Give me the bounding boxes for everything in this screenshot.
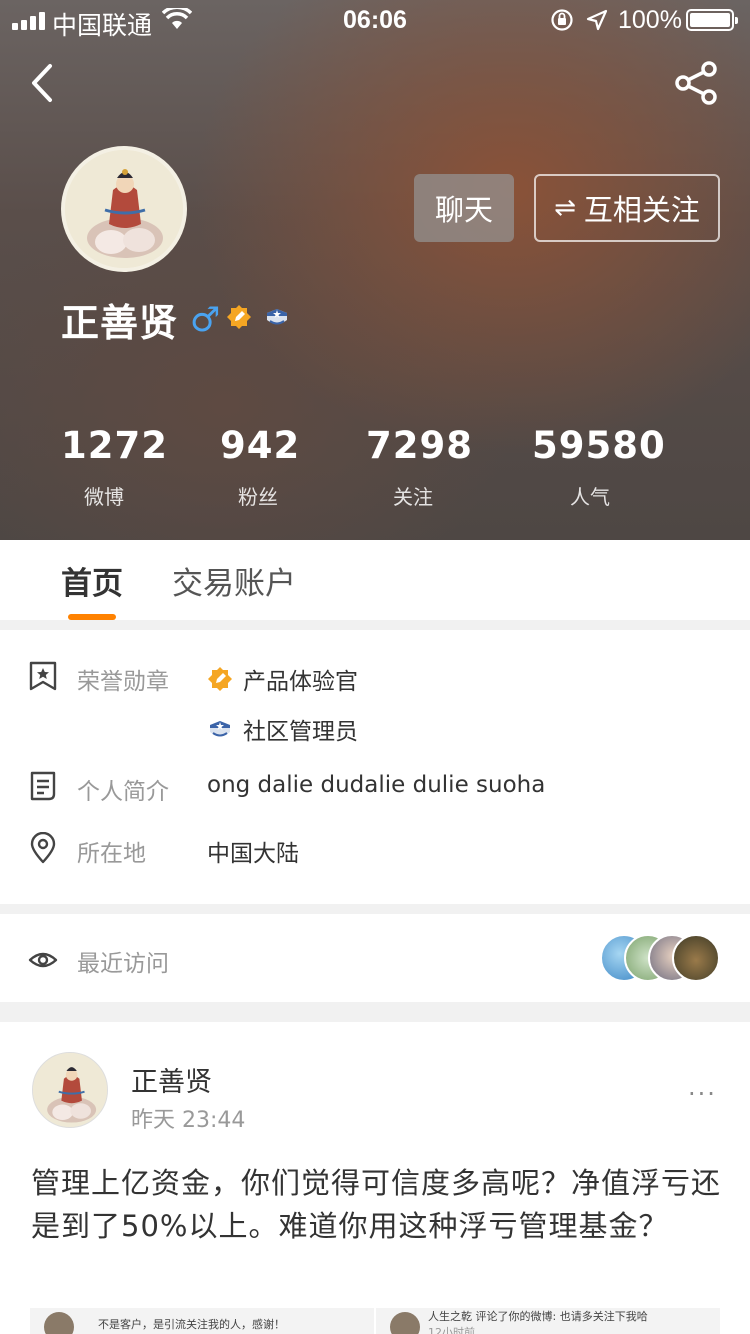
stat-label: 关注 xyxy=(393,485,433,509)
location-label: 所在地 xyxy=(77,841,146,867)
stat-value: 1272 xyxy=(61,424,168,467)
stat-label: 人气 xyxy=(570,485,610,509)
image-avatar xyxy=(44,1312,74,1334)
profile-avatar[interactable] xyxy=(61,146,187,272)
community-admin-badge-icon[interactable] xyxy=(264,304,290,330)
location-value: 中国大陆 xyxy=(207,841,299,867)
image-caption: 人生之乾 评论了你的微博: 也请多关注下我哈 xyxy=(428,1310,648,1323)
battery-icon xyxy=(686,9,738,31)
product-experience-badge-icon xyxy=(208,667,232,691)
stat-popularity: 59580 人气 xyxy=(532,424,666,510)
image-timestamp: 12小时前 xyxy=(428,1326,475,1334)
stat-value: 59580 xyxy=(532,424,666,467)
bio-text: ong dalie dudalie dulie suoha xyxy=(207,772,546,798)
active-tab-indicator xyxy=(68,614,116,620)
chat-button[interactable]: 聊天 xyxy=(414,174,514,242)
medal-bookmark-icon xyxy=(29,661,57,691)
stat-fans[interactable]: 942 粉丝 xyxy=(220,424,301,510)
profile-card-icon xyxy=(30,771,56,801)
back-button[interactable] xyxy=(24,60,64,106)
product-experience-badge-icon[interactable] xyxy=(226,304,252,330)
honor-label: 荣誉勋章 xyxy=(77,669,169,695)
mutual-follow-button[interactable]: ⇌ 互相关注 xyxy=(534,174,720,242)
stat-value: 7298 xyxy=(366,424,473,467)
male-gender-icon: ♂ xyxy=(190,300,221,340)
bio-label: 个人简介 xyxy=(77,779,169,805)
tab-home[interactable]: 首页 xyxy=(61,558,123,603)
visitor-avatar xyxy=(672,934,720,982)
visitor-avatars[interactable] xyxy=(600,934,720,982)
image-avatar xyxy=(390,1312,420,1334)
profile-info-card: 荣誉勋章 产品体验官 社区管理员 个人简介 ong dalie dudalie … xyxy=(0,630,750,904)
rotation-lock-icon xyxy=(551,9,573,31)
profile-stats: 1272 微博 942 粉丝 7298 关注 59580 人气 xyxy=(0,424,750,524)
honor-name: 社区管理员 xyxy=(243,719,358,745)
image-caption: 不是客户，是引流关注我的人，感谢！ xyxy=(98,1318,285,1331)
post-image-2[interactable]: 人生之乾 评论了你的微博: 也请多关注下我哈 12小时前 xyxy=(376,1308,720,1334)
chat-button-label: 聊天 xyxy=(434,193,493,227)
mutual-follow-icon: ⇌ xyxy=(554,193,576,223)
honor-product-experience[interactable]: 产品体验官 xyxy=(207,662,358,696)
honor-community-admin[interactable]: 社区管理员 xyxy=(207,712,358,746)
battery-percent: 100% xyxy=(618,6,682,34)
post-timestamp: 昨天 23:44 xyxy=(131,1108,246,1133)
community-admin-badge-icon xyxy=(210,721,230,737)
post-author-avatar[interactable] xyxy=(32,1052,108,1128)
stat-following[interactable]: 7298 关注 xyxy=(366,424,473,510)
tab-trading-account[interactable]: 交易账户 xyxy=(172,558,296,603)
honor-name: 产品体验官 xyxy=(243,669,358,695)
weibo-post: 正善贤 昨天 23:44 ··· 管理上亿资金，你们觉得可信度多高呢？净值浮亏还… xyxy=(0,1022,750,1334)
share-button[interactable] xyxy=(674,60,720,106)
post-image-1[interactable]: 不是客户，是引流关注我的人，感谢！ xyxy=(30,1308,374,1334)
location-arrow-icon xyxy=(586,9,608,31)
recent-visits-row[interactable]: 最近访问 xyxy=(0,914,750,1002)
stat-weibo[interactable]: 1272 微博 xyxy=(61,424,168,510)
stat-value: 942 xyxy=(220,424,301,467)
mutual-follow-label: 互相关注 xyxy=(583,193,700,227)
stat-label: 粉丝 xyxy=(238,485,278,509)
profile-name: 正善贤 xyxy=(61,301,179,345)
status-bar: 中国联通 06:06 100% xyxy=(0,0,750,40)
post-author-name[interactable]: 正善贤 xyxy=(131,1060,212,1099)
post-text: 管理上亿资金，你们觉得可信度多高呢？净值浮亏还是到了50%以上。难道你用这种浮亏… xyxy=(31,1166,722,1243)
eye-icon xyxy=(28,952,58,968)
post-more-button[interactable]: ··· xyxy=(688,1080,717,1108)
location-pin-icon xyxy=(30,832,56,864)
recent-visits-label: 最近访问 xyxy=(77,951,169,977)
profile-tabs: 首页 交易账户 xyxy=(0,540,750,620)
profile-header: 中国联通 06:06 100% 聊天 ⇌ 互相关注 正善贤 ♂ 1272 微博 … xyxy=(0,0,750,540)
stat-label: 微博 xyxy=(84,485,124,509)
